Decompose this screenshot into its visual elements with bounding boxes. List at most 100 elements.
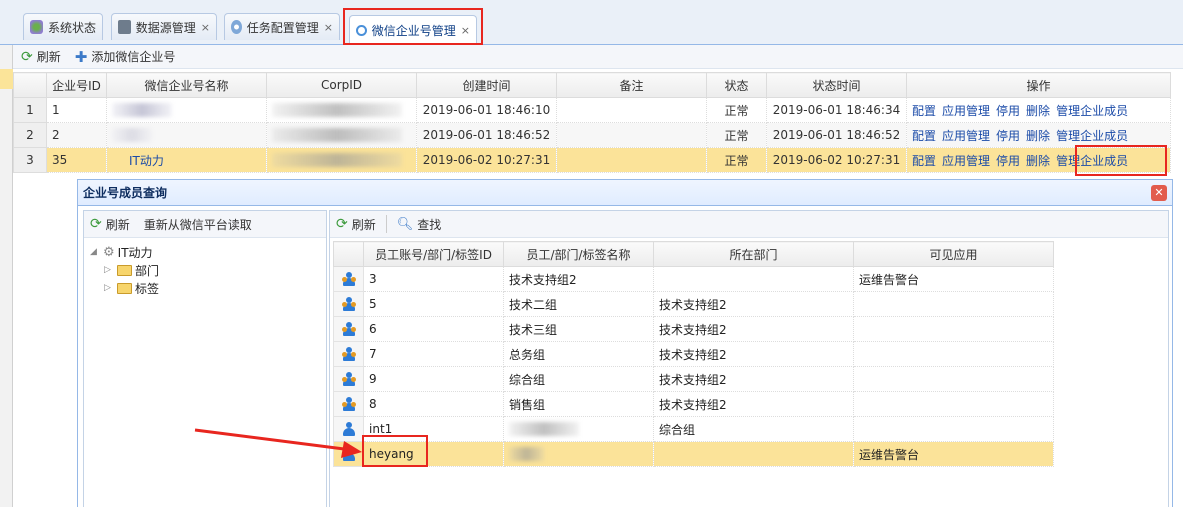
refresh-label: 刷新 (351, 217, 376, 232)
tab-strip: 系统状态 数据源管理 × 任务配置管理 × 微信企业号管理 × (0, 0, 1183, 45)
delete-link[interactable]: 删除 (1026, 154, 1050, 168)
manage-members-link[interactable]: 管理企业成员 (1056, 129, 1128, 143)
expand-icon[interactable]: ▷ (104, 283, 114, 293)
column-header[interactable]: 可见应用 (853, 241, 1054, 267)
member-apps (853, 291, 1054, 317)
row-icon-cell (333, 316, 364, 342)
close-icon[interactable]: ✕ (1151, 185, 1167, 201)
member-query-dialog: 企业号成员查询 ✕ ⟳ 刷新 重新从微信平台读取 ◢ ⚙ IT动力 ▷ 部门 ▷… (77, 179, 1173, 507)
disable-link[interactable]: 停用 (996, 104, 1020, 118)
search-button[interactable]: 🔍︎ 查找 (397, 216, 442, 233)
redacted-corpid (272, 128, 402, 143)
table-row-selected[interactable]: heyang 运维告警台 (333, 441, 1054, 467)
table-row[interactable]: 1 1 2019-06-01 18:46:10 正常 2019-06-01 18… (13, 97, 1171, 123)
member-apps (853, 316, 1054, 342)
group-icon (341, 321, 357, 337)
table-row-selected[interactable]: 3 35 IT动力 2019-06-02 10:27:31 正常 2019-06… (13, 147, 1171, 173)
member-apps (853, 391, 1054, 417)
column-header[interactable]: 状态时间 (766, 72, 907, 98)
column-header[interactable]: 创建时间 (416, 72, 557, 98)
plus-icon: ✚ (74, 47, 88, 66)
gear-icon (231, 20, 242, 34)
disable-link[interactable]: 停用 (996, 129, 1020, 143)
config-link[interactable]: 配置 (912, 129, 936, 143)
member-toolbar: ⟳ 刷新 🔍︎ 查找 (330, 211, 1168, 238)
table-row[interactable]: 3 技术支持组2 运维告警台 (333, 266, 1054, 292)
tree-root[interactable]: ◢ ⚙ IT动力 (90, 243, 326, 261)
expand-icon[interactable]: ▷ (104, 265, 114, 275)
row-icon-cell (333, 291, 364, 317)
row-icon-cell (333, 341, 364, 367)
tree-node-label: 标签 (135, 281, 160, 296)
toolbar-separator (385, 215, 387, 233)
member-dept: 技术支持组2 (653, 316, 854, 342)
table-row[interactable]: 2 2 2019-06-01 18:46:52 正常 2019-06-01 18… (13, 122, 1171, 148)
tab-task-config[interactable]: 任务配置管理 × (224, 13, 340, 40)
enterprise-id: 35 (46, 147, 107, 173)
refresh-button[interactable]: ⟳ 刷新 (90, 216, 130, 233)
tree-root-label: IT动力 (117, 245, 153, 260)
user-icon (341, 446, 357, 462)
reload-from-wechat-button[interactable]: 重新从微信平台读取 (144, 216, 252, 233)
disable-link[interactable]: 停用 (996, 154, 1020, 168)
table-row[interactable]: 8 销售组 技术支持组2 (333, 391, 1054, 417)
app-manage-link[interactable]: 应用管理 (942, 154, 990, 168)
app-manage-link[interactable]: 应用管理 (942, 129, 990, 143)
refresh-button[interactable]: ⟳ 刷新 (336, 216, 376, 233)
column-header[interactable]: 操作 (906, 72, 1171, 98)
enterprise-name: IT动力 (106, 147, 267, 173)
tab-datasource[interactable]: 数据源管理 × (111, 13, 217, 40)
collapse-icon[interactable]: ◢ (90, 247, 100, 257)
add-enterprise-button[interactable]: ✚ 添加微信企业号 (75, 48, 176, 66)
created-time: 2019-06-01 18:46:10 (416, 97, 557, 123)
table-row[interactable]: 6 技术三组 技术支持组2 (333, 316, 1054, 342)
delete-link[interactable]: 删除 (1026, 129, 1050, 143)
column-header[interactable]: 状态 (706, 72, 767, 98)
tree-node-tag[interactable]: ▷ 标签 (90, 279, 326, 297)
tree-panel: ⟳ 刷新 重新从微信平台读取 ◢ ⚙ IT动力 ▷ 部门 ▷ 标签 (83, 210, 327, 507)
row-icon-cell (333, 441, 364, 467)
column-header[interactable]: 所在部门 (653, 241, 854, 267)
group-icon (341, 396, 357, 412)
status: 正常 (706, 97, 767, 123)
config-link[interactable]: 配置 (912, 154, 936, 168)
reload-label: 重新从微信平台读取 (143, 217, 252, 232)
column-header[interactable]: 员工账号/部门/标签ID (363, 241, 504, 267)
table-row[interactable]: 7 总务组 技术支持组2 (333, 341, 1054, 367)
dialog-title: 企业号成员查询 (83, 186, 168, 200)
close-icon[interactable]: × (201, 21, 210, 34)
app-manage-link[interactable]: 应用管理 (942, 104, 990, 118)
tree-node-department[interactable]: ▷ 部门 (90, 261, 326, 279)
member-dept: 综合组 (653, 416, 854, 442)
tab-label: 任务配置管理 (246, 20, 319, 35)
column-header[interactable]: 微信企业号名称 (106, 72, 267, 98)
delete-link[interactable]: 删除 (1026, 104, 1050, 118)
member-dept: 技术支持组2 (653, 391, 854, 417)
redacted-corpid (272, 103, 402, 118)
column-header[interactable]: 备注 (556, 72, 707, 98)
tab-system-status[interactable]: 系统状态 (23, 13, 103, 40)
tree-toolbar: ⟳ 刷新 重新从微信平台读取 (84, 211, 326, 238)
refresh-label: 刷新 (36, 50, 61, 64)
close-icon[interactable]: × (324, 21, 333, 34)
status: 正常 (706, 122, 767, 148)
config-link[interactable]: 配置 (912, 104, 936, 118)
table-row[interactable]: 9 综合组 技术支持组2 (333, 366, 1054, 392)
status-time: 2019-06-01 18:46:52 (766, 122, 907, 148)
folder-icon (117, 282, 132, 294)
table-row[interactable]: int1 综合组 (333, 416, 1054, 442)
actions: 配置 应用管理 停用 删除 管理企业成员 (906, 97, 1171, 123)
column-header[interactable]: CorpID (266, 72, 417, 98)
redacted-name (112, 103, 172, 118)
column-header[interactable]: 员工/部门/标签名称 (503, 241, 654, 267)
row-icon-cell (333, 391, 364, 417)
refresh-button[interactable]: ⟳ 刷新 (21, 48, 61, 65)
note (556, 122, 707, 148)
enterprise-id: 1 (46, 97, 107, 123)
table-row[interactable]: 5 技术二组 技术支持组2 (333, 291, 1054, 317)
note (556, 147, 707, 173)
manage-members-link[interactable]: 管理企业成员 (1056, 104, 1128, 118)
row-icon-cell (333, 366, 364, 392)
column-header[interactable]: 企业号ID (46, 72, 107, 98)
row-number: 1 (13, 97, 47, 123)
